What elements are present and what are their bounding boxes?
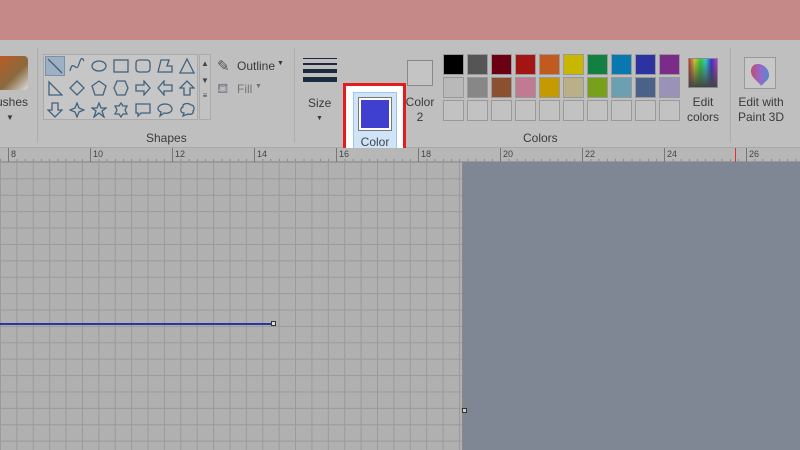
palette-color-swatch[interactable] xyxy=(467,54,488,75)
triangle-shape-icon[interactable] xyxy=(177,56,197,76)
pencil-icon: ✎ xyxy=(217,58,230,75)
palette-color-swatch[interactable] xyxy=(563,54,584,75)
polygon-shape-icon[interactable] xyxy=(155,56,175,76)
palette-color-swatch[interactable] xyxy=(611,77,632,98)
up-arrow-shape-icon[interactable] xyxy=(177,78,197,98)
palette-color-swatch[interactable] xyxy=(635,54,656,75)
palette-empty-swatch[interactable] xyxy=(611,100,632,121)
palette-color-swatch[interactable] xyxy=(587,77,608,98)
rounded-rectangle-shape-icon[interactable] xyxy=(133,56,153,76)
rounded-rectangular-callout-shape-icon[interactable] xyxy=(133,100,153,120)
chevron-down-icon: ▼ xyxy=(6,113,14,122)
palette-empty-swatch[interactable] xyxy=(635,100,656,121)
color2-button[interactable]: Color 2 xyxy=(403,54,437,126)
shapes-gallery xyxy=(43,54,198,120)
shapes-scroll[interactable]: ▲ ▼ ≡ xyxy=(199,54,211,120)
edit-colors-label-1: Edit xyxy=(692,95,714,109)
palette-empty-swatch[interactable] xyxy=(443,100,464,121)
palette-empty-swatch[interactable] xyxy=(539,100,560,121)
ruler-tick-label: 20 xyxy=(500,148,513,162)
ruler-tick-label: 26 xyxy=(746,148,759,162)
size-label: Size xyxy=(308,96,332,110)
size-button[interactable]: Size ▼ xyxy=(300,54,340,124)
color-spectrum-icon xyxy=(688,58,718,88)
outline-button[interactable]: ✎ Outline ▼ xyxy=(217,57,287,75)
palette-color-swatch[interactable] xyxy=(491,77,512,98)
canvas-resize-handle[interactable] xyxy=(462,408,467,413)
colors-group-label: Colors xyxy=(523,131,558,145)
palette-color-swatch[interactable] xyxy=(515,54,536,75)
ruler-tick-label: 16 xyxy=(336,148,349,162)
line-size-icon xyxy=(303,58,337,82)
ruler-tick-label: 18 xyxy=(418,148,431,162)
right-arrow-shape-icon[interactable] xyxy=(133,78,153,98)
down-arrow-shape-icon[interactable] xyxy=(45,100,65,120)
right-triangle-shape-icon[interactable] xyxy=(45,78,65,98)
color2-label: Color xyxy=(405,95,435,109)
palette-empty-swatch[interactable] xyxy=(467,100,488,121)
left-arrow-shape-icon[interactable] xyxy=(155,78,175,98)
palette-color-swatch[interactable] xyxy=(443,77,464,98)
palette-color-swatch[interactable] xyxy=(467,77,488,98)
color2-number: 2 xyxy=(416,110,424,124)
ruler-tick-label: 14 xyxy=(254,148,267,162)
ruler-tick-label: 10 xyxy=(90,148,103,162)
six-point-star-shape-icon[interactable] xyxy=(111,100,131,120)
hexagon-shape-icon[interactable] xyxy=(111,78,131,98)
palette-color-swatch[interactable] xyxy=(635,77,656,98)
four-point-star-shape-icon[interactable] xyxy=(67,100,87,120)
palette-empty-swatch[interactable] xyxy=(563,100,584,121)
palette-color-swatch[interactable] xyxy=(515,77,536,98)
fill-label: Fill xyxy=(237,82,253,96)
edit-colors-label-2: colors xyxy=(686,110,719,124)
palette-empty-swatch[interactable] xyxy=(515,100,536,121)
ruler-position-marker xyxy=(735,148,736,162)
palette-color-swatch[interactable] xyxy=(491,54,512,75)
oval-callout-shape-icon[interactable] xyxy=(155,100,175,120)
rectangle-shape-icon[interactable] xyxy=(111,56,131,76)
edit-with-paint3d-button[interactable]: Edit with Paint 3D xyxy=(734,54,788,126)
paint3d-icon xyxy=(744,57,776,89)
paint3d-label-1: Edit with xyxy=(738,95,784,109)
color1-swatch xyxy=(358,97,392,131)
fill-button[interactable]: ⛾ Fill ▼ xyxy=(217,80,267,98)
ruler-tick-label: 24 xyxy=(664,148,677,162)
diamond-shape-icon[interactable] xyxy=(67,78,87,98)
palette-color-swatch[interactable] xyxy=(443,54,464,75)
ruler-tick-label: 12 xyxy=(172,148,185,162)
cloud-callout-shape-icon[interactable] xyxy=(177,100,197,120)
outline-label: Outline xyxy=(237,59,276,73)
palette-color-swatch[interactable] xyxy=(659,54,680,75)
horizontal-ruler: 8 10 12 14 16 18 20 22 24 26 xyxy=(0,148,800,162)
palette-color-swatch[interactable] xyxy=(539,54,560,75)
fill-bucket-icon: ⛾ xyxy=(217,80,229,96)
edit-colors-button[interactable]: Edit colors xyxy=(684,54,722,126)
color2-swatch xyxy=(407,60,433,86)
shapes-group-label: Shapes xyxy=(146,131,187,145)
line-shape-icon[interactable] xyxy=(45,56,65,76)
oval-shape-icon[interactable] xyxy=(89,56,109,76)
curve-shape-icon[interactable] xyxy=(67,56,87,76)
palette-color-swatch[interactable] xyxy=(539,77,560,98)
ruler-tick-label: 8 xyxy=(8,148,16,162)
five-point-star-shape-icon[interactable] xyxy=(89,100,109,120)
title-bar xyxy=(0,0,800,40)
line-end-handle[interactable] xyxy=(271,321,276,326)
drawing-canvas[interactable] xyxy=(0,162,463,450)
palette-color-swatch[interactable] xyxy=(563,77,584,98)
ribbon: ushes ▼ ▲▼≡ ✎ Outline ▼ ⛾ Fill ▼ Shapes … xyxy=(0,40,800,172)
paint3d-label-2: Paint 3D xyxy=(737,110,785,124)
palette-empty-swatch[interactable] xyxy=(587,100,608,121)
brush-icon xyxy=(0,56,28,90)
brushes-label: ushes xyxy=(0,95,29,109)
pentagon-shape-icon[interactable] xyxy=(89,78,109,98)
ruler-tick-label: 22 xyxy=(582,148,595,162)
palette-color-swatch[interactable] xyxy=(611,54,632,75)
palette-color-swatch[interactable] xyxy=(659,77,680,98)
drawn-line xyxy=(0,323,273,325)
palette-empty-swatch[interactable] xyxy=(659,100,680,121)
palette-empty-swatch[interactable] xyxy=(491,100,512,121)
brushes-button[interactable]: ushes ▼ xyxy=(0,48,34,128)
palette-color-swatch[interactable] xyxy=(587,54,608,75)
